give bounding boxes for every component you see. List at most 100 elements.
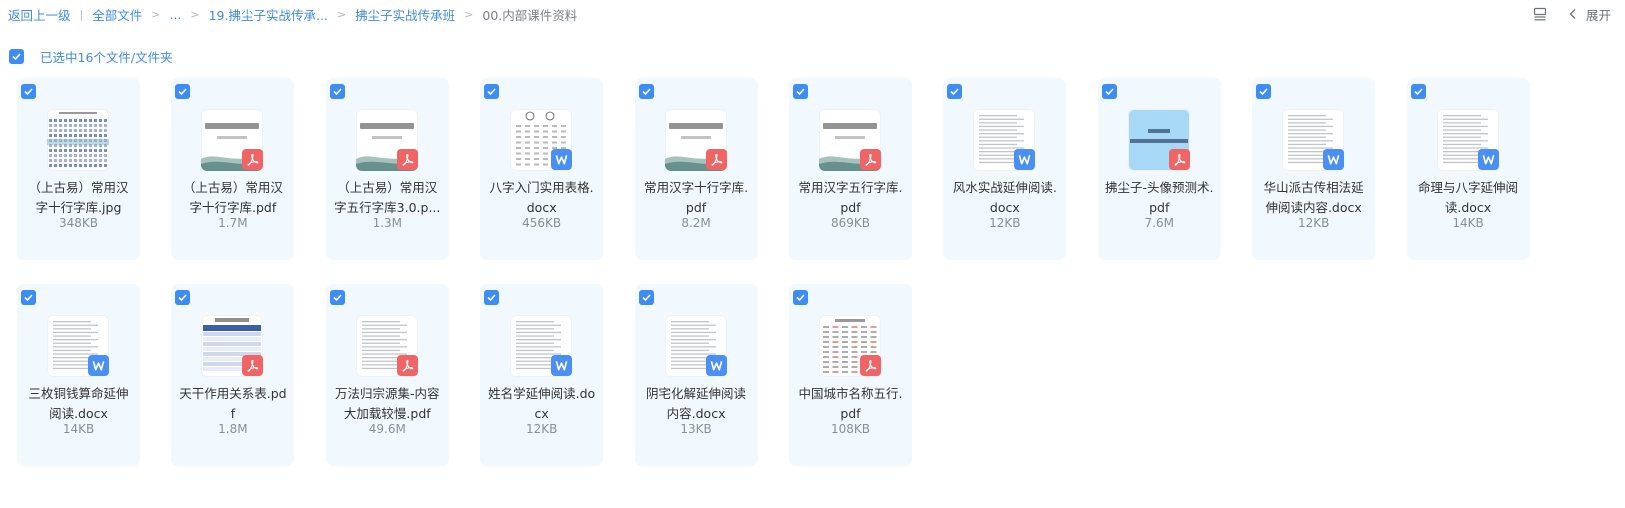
file-size: 12KB [1297, 216, 1330, 230]
chevron-right-icon: > [151, 7, 161, 21]
pdf-badge [705, 149, 727, 170]
file-name: 阴宅化解延伸阅读内容.docx [646, 386, 747, 421]
view-tools: 展开 [1532, 4, 1611, 24]
chevron-left-icon [1569, 9, 1576, 19]
pdf-badge [859, 355, 881, 376]
breadcrumb-current: 00.内部课件资料 [482, 7, 578, 23]
file-grid: （上古易）常用汉字十行字库.jpg 348KB （上古易）常用汉字十行字库.pdf 1… [17, 78, 1577, 466]
word-icon [555, 155, 568, 165]
check-icon [178, 88, 187, 96]
file-size: 1.7M [218, 216, 248, 230]
file-name: 常用汉字十行字库.pdf [644, 180, 749, 215]
file-checkbox[interactable] [21, 84, 36, 99]
file-card[interactable]: 天干作用关系表.pdf 1.8M [171, 284, 295, 466]
file-card[interactable]: （上古易）常用汉字十行字库.pdf 1.7M [171, 78, 295, 260]
file-checkbox[interactable] [638, 84, 654, 99]
file-checkbox[interactable] [329, 290, 345, 305]
file-name: 姓名学延伸阅读.docx [488, 386, 596, 421]
word-badge [705, 355, 727, 376]
file-card[interactable]: 万法归宗源集-内容大加载较慢.pdf 49.6M [325, 284, 449, 466]
file-checkbox[interactable] [329, 84, 345, 99]
file-card[interactable]: 风水实战延伸阅读.docx 12KB [943, 78, 1067, 260]
file-checkbox[interactable] [792, 84, 808, 99]
expand-button[interactable]: 展开 [1568, 5, 1611, 24]
file-card[interactable]: 拂尘子-头像预测术.pdf 7.6M [1097, 78, 1221, 260]
file-name: （上古易）常用汉字十行字库.pdf [182, 180, 283, 215]
pdf-icon [402, 153, 414, 166]
file-checkbox[interactable] [1410, 84, 1426, 99]
check-icon [333, 294, 342, 302]
check-icon [24, 294, 33, 302]
file-checkbox[interactable] [175, 84, 191, 99]
file-size: 14KB [62, 422, 95, 436]
file-card[interactable]: 华山派古传相法延伸阅读内容.docx 12KB [1252, 78, 1376, 260]
breadcrumb-ellipsis[interactable]: ... [169, 7, 181, 22]
file-size: 108KB [830, 422, 870, 436]
file-card[interactable]: 常用汉字五行字库.pdf 869KB [788, 78, 912, 260]
select-all-checkbox[interactable] [9, 49, 24, 64]
file-size: 12KB [989, 216, 1021, 230]
breadcrumb-all-files[interactable]: 全部文件 [92, 5, 142, 24]
check-icon [12, 53, 21, 61]
check-icon [641, 294, 651, 302]
file-card[interactable]: 中国城市名称五行.pdf 108KB [788, 284, 912, 466]
check-icon [333, 88, 342, 96]
file-card[interactable]: 姓名学延伸阅读.docx 12KB [480, 284, 604, 466]
back-link[interactable]: 返回上一级 [8, 5, 71, 24]
pdf-icon [865, 153, 877, 166]
file-checkbox[interactable] [1101, 84, 1117, 99]
file-checkbox[interactable] [638, 290, 654, 305]
word-icon [555, 361, 568, 371]
list-view-icon[interactable] [1532, 6, 1548, 22]
file-name: 命理与八字延伸阅读.docx [1418, 180, 1519, 215]
file-checkbox[interactable] [792, 290, 808, 305]
breadcrumb-level1[interactable]: 19.拂尘子实战传承... [209, 5, 328, 24]
word-badge [551, 149, 573, 170]
selection-count-label: 已选中16个文件/文件夹 [40, 50, 173, 65]
file-checkbox[interactable] [484, 290, 500, 305]
file-name: 拂尘子-头像预测术.pdf [1104, 180, 1214, 215]
word-badge [551, 355, 573, 376]
check-icon [487, 88, 496, 96]
file-checkbox[interactable] [484, 84, 500, 99]
file-size: 1.3M [372, 216, 402, 230]
word-badge [1014, 149, 1036, 170]
select-all[interactable]: 已选中16个文件/文件夹 [9, 47, 173, 66]
word-badge [1477, 149, 1499, 170]
file-card[interactable]: 三枚铜钱算命延伸阅读.docx 14KB [17, 284, 140, 466]
breadcrumb-level2[interactable]: 拂尘子实战传承班 [355, 5, 455, 24]
file-card[interactable]: 阴宅化解延伸阅读内容.docx 13KB [634, 284, 758, 466]
file-checkbox[interactable] [1256, 84, 1272, 99]
check-icon [1413, 88, 1423, 96]
file-card[interactable]: 命理与八字延伸阅读.docx 14KB [1406, 78, 1530, 260]
word-icon [1482, 155, 1494, 165]
file-card[interactable]: 八字入门实用表格.docx 456KB [480, 78, 604, 260]
pdf-badge [396, 355, 418, 376]
file-name: 三枚铜钱算命延伸阅读.docx [28, 386, 129, 421]
file-name: 八字入门实用表格.docx [489, 180, 594, 215]
file-name: 万法归宗源集-内容大加载较慢.pdf [335, 386, 440, 421]
pdf-icon [865, 359, 877, 372]
file-card[interactable]: （上古易）常用汉字十行字库.jpg 348KB [17, 78, 140, 260]
check-icon [487, 294, 496, 302]
pdf-icon [1174, 153, 1186, 166]
word-icon [1018, 155, 1031, 165]
pdf-badge [859, 149, 881, 170]
file-size: 49.6M [368, 422, 406, 436]
file-name: 华山派古传相法延伸阅读内容.docx [1263, 180, 1364, 215]
file-size: 8.2M [681, 216, 711, 230]
file-name: 常用汉字五行字库.pdf [798, 180, 903, 215]
file-checkbox[interactable] [21, 290, 36, 305]
chevron-right-icon: > [464, 7, 474, 21]
file-checkbox[interactable] [947, 84, 963, 99]
file-name: （上古易）常用汉字五行字库3.0.p... [334, 180, 441, 215]
check-icon [796, 294, 805, 302]
file-card[interactable]: （上古易）常用汉字五行字库3.0.p... 1.3M [325, 78, 449, 260]
pdf-badge [1168, 149, 1190, 170]
word-badge [1323, 149, 1345, 170]
pdf-icon [247, 359, 259, 372]
pdf-icon [402, 359, 414, 372]
file-checkbox[interactable] [175, 290, 191, 305]
pdf-badge [242, 149, 264, 170]
file-card[interactable]: 常用汉字十行字库.pdf 8.2M [634, 78, 758, 260]
